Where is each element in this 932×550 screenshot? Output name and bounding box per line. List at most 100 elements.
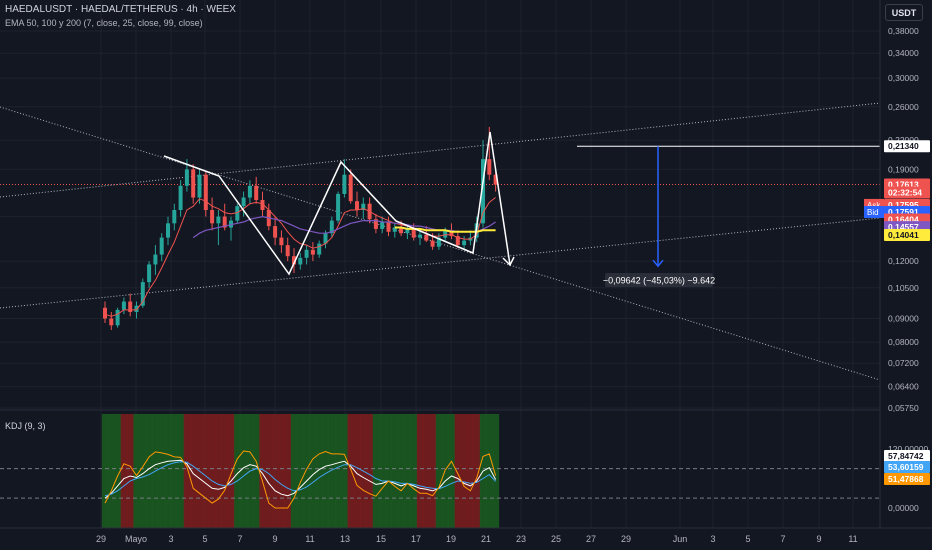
kdj-region-53	[435, 414, 443, 528]
candle-body-61	[487, 159, 492, 175]
price-tick-12: 0,06400	[888, 382, 919, 392]
time-tick-15: 29	[621, 534, 631, 544]
candle-body-18	[216, 216, 221, 224]
chart: −0,09642 (−45,03%) −9.642 0,38000 0,34000…	[0, 0, 932, 550]
candle-body-33	[310, 249, 315, 255]
kdj-regions	[101, 414, 500, 528]
kdj-region-12	[177, 414, 185, 528]
kdj-region-47	[397, 414, 405, 528]
indicator-legend[interactable]: EMA 50, 100 y 200 (7, close, 25, close, …	[5, 18, 203, 28]
candle-body-0	[103, 307, 107, 319]
candle-body-44	[380, 221, 385, 229]
kdj-region-28	[278, 414, 285, 528]
time-tick-0: 29	[96, 534, 106, 544]
kdj-region-30	[290, 414, 298, 528]
time-tick-2: 3	[168, 534, 173, 544]
candle-body-11	[172, 210, 177, 224]
kdj-region-33	[309, 414, 317, 528]
candle-body-17	[210, 210, 215, 224]
price-tick-9: 0,09000	[888, 314, 919, 324]
time-tick-7: 13	[340, 534, 350, 544]
kdj-region-9	[158, 414, 166, 528]
kdj-region-61	[486, 414, 493, 528]
candle-body-16	[203, 174, 208, 211]
candle-body-9	[159, 237, 164, 255]
time-tick-11: 21	[481, 534, 491, 544]
kdj-label-text-1: 53,60159	[888, 462, 924, 472]
candle-body-32	[304, 249, 309, 258]
price-tick-7: 0,12000	[888, 256, 919, 266]
candle-body-14	[191, 169, 196, 198]
candle-body-37	[336, 193, 341, 221]
time-tick-20: 9	[816, 534, 821, 544]
currency-button[interactable]: USDT	[885, 4, 923, 21]
kdj-region-4	[127, 414, 134, 528]
time-tick-14: 27	[586, 534, 596, 544]
candle-body-34	[317, 243, 322, 255]
price-tick-3: 0,26000	[888, 102, 919, 112]
candle-body-15	[197, 174, 202, 198]
candle-body-24	[254, 185, 259, 200]
candle-body-38	[342, 174, 347, 194]
candle-body-7	[147, 264, 152, 283]
kdj-region-31	[297, 414, 304, 528]
kdj-title[interactable]: KDJ (9, 3)	[5, 421, 46, 431]
kdj-tick-2: 0,00000	[888, 503, 919, 513]
time-tick-19: 7	[780, 534, 785, 544]
time-tick-12: 23	[516, 534, 526, 544]
kdj-region-26	[265, 414, 273, 528]
kdj-region-37	[334, 414, 342, 528]
candle-body-45	[386, 221, 391, 232]
time-tick-4: 7	[237, 534, 242, 544]
candle-body-22	[241, 197, 246, 207]
kdj-region-27	[271, 414, 279, 528]
kdj-region-19	[221, 414, 229, 528]
kdj-region-20	[227, 414, 235, 528]
candle-body-27	[273, 226, 278, 238]
time-tick-8: 15	[376, 534, 386, 544]
kdj-region-35	[322, 414, 330, 528]
kdj-region-55	[448, 414, 456, 528]
kdj-region-46	[391, 414, 399, 528]
time-tick-1: Mayo	[125, 534, 147, 544]
candle-body-2	[115, 309, 120, 326]
price-tick-8: 0,10500	[888, 283, 919, 293]
candle-body-3	[121, 301, 126, 310]
candle-body-50	[418, 234, 422, 238]
time-tick-17: 3	[710, 534, 715, 544]
kdj-region-0	[101, 414, 109, 528]
kdj-region-50	[416, 414, 424, 528]
kdj-region-29	[284, 414, 292, 528]
kdj-region-57	[460, 414, 468, 528]
time-tick-18: 5	[745, 534, 750, 544]
candle-body-49	[411, 228, 416, 238]
candle-body-31	[298, 257, 303, 265]
kdj-region-38	[341, 414, 348, 528]
measure-label: −0,09642 (−45,03%) −9.642	[603, 276, 715, 286]
kdj-region-16	[202, 414, 210, 528]
price-tick-0: 0,38000	[888, 26, 919, 36]
kdj-region-10	[164, 414, 172, 528]
symbol-title[interactable]: HAEDALUSDT · HAEDAL/TETHERUS · 4h · WEEX	[5, 4, 236, 15]
price-tick-10: 0,08000	[888, 337, 919, 347]
price-label-text-7: 0,14041	[888, 230, 919, 240]
kdj-region-49	[410, 414, 418, 528]
candle-body-21	[235, 206, 240, 221]
candle-body-28	[279, 237, 284, 246]
kdj-region-51	[423, 414, 430, 528]
price-label-text-2: 02:32:54	[888, 188, 922, 198]
kdj-region-42	[366, 414, 374, 528]
kdj-region-1	[108, 414, 115, 528]
candle-body-39	[348, 174, 353, 202]
candle-body-57	[462, 240, 467, 246]
candle-body-12	[178, 185, 183, 211]
time-tick-10: 19	[446, 534, 456, 544]
candle-body-4	[128, 301, 133, 313]
kdj-region-17	[208, 414, 216, 528]
kdj-region-58	[467, 414, 474, 528]
time-tick-5: 9	[272, 534, 277, 544]
price-tick-13: 0,05750	[888, 403, 919, 413]
candle-body-13	[184, 169, 189, 186]
kdj-region-18	[215, 414, 222, 528]
kdj-region-11	[171, 414, 178, 528]
